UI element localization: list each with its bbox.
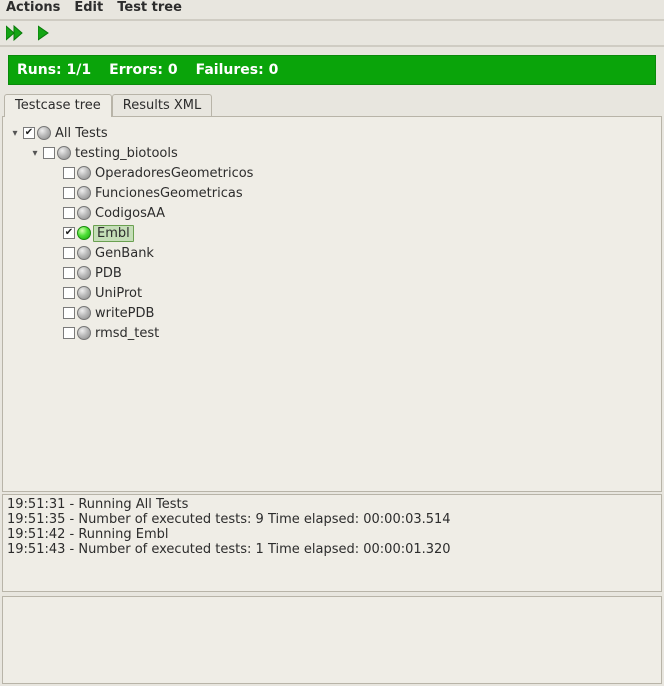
status-ball-icon xyxy=(77,306,91,320)
tab-bar: Testcase tree Results XML xyxy=(0,94,664,117)
status-ball-icon xyxy=(77,186,91,200)
checkbox[interactable] xyxy=(63,227,75,239)
menu-actions[interactable]: Actions xyxy=(6,0,60,15)
expand-icon[interactable]: ▾ xyxy=(9,127,21,139)
status-bar-wrap: Runs: 1/1 Errors: 0 Failures: 0 xyxy=(0,47,664,93)
tree-item-6[interactable]: UniProt xyxy=(7,283,657,303)
checkbox[interactable] xyxy=(63,187,75,199)
log-panel[interactable]: 19:51:31 - Running All Tests19:51:35 - N… xyxy=(2,494,662,592)
tree-item-label[interactable]: GenBank xyxy=(93,246,156,261)
run-icon[interactable] xyxy=(38,25,50,41)
tree-item-label[interactable]: UniProt xyxy=(93,286,144,301)
status-ball-icon xyxy=(77,326,91,340)
status-ball-icon xyxy=(77,246,91,260)
menubar: Actions Edit Test tree xyxy=(0,0,664,19)
tree-item-label[interactable]: All Tests xyxy=(53,126,110,141)
tab-results-xml[interactable]: Results XML xyxy=(112,94,212,117)
testcase-tree[interactable]: ▾ All Tests ▾ testing_biotools OperadoresGeo… xyxy=(7,123,657,343)
status-ball-icon xyxy=(57,146,71,160)
tree-item-1[interactable]: FuncionesGeometricas xyxy=(7,183,657,203)
checkbox[interactable] xyxy=(63,307,75,319)
status-errors: Errors: 0 xyxy=(109,62,177,78)
checkbox[interactable] xyxy=(43,147,55,159)
tree-item-label[interactable]: FuncionesGeometricas xyxy=(93,186,245,201)
status-ball-icon xyxy=(77,266,91,280)
expand-icon[interactable]: ▾ xyxy=(29,147,41,159)
tree-item-2[interactable]: CodigosAA xyxy=(7,203,657,223)
log-line: 19:51:42 - Running Embl xyxy=(7,527,657,542)
output-panel[interactable] xyxy=(2,596,662,684)
tree-item-3[interactable]: Embl xyxy=(7,223,657,243)
tree-item-label[interactable]: CodigosAA xyxy=(93,206,167,221)
tree-item-5[interactable]: PDB xyxy=(7,263,657,283)
status-runs: Runs: 1/1 xyxy=(17,62,91,78)
checkbox[interactable] xyxy=(63,287,75,299)
tree-panel: ▾ All Tests ▾ testing_biotools OperadoresGeo… xyxy=(2,116,662,492)
tree-item-label[interactable]: writePDB xyxy=(93,306,156,321)
status-bar: Runs: 1/1 Errors: 0 Failures: 0 xyxy=(8,55,656,85)
checkbox[interactable] xyxy=(63,167,75,179)
tree-item-label[interactable]: rmsd_test xyxy=(93,326,161,341)
log-line: 19:51:43 - Number of executed tests: 1 T… xyxy=(7,542,657,557)
checkbox[interactable] xyxy=(63,327,75,339)
tree-item-label[interactable]: testing_biotools xyxy=(73,146,180,161)
status-ball-icon xyxy=(77,166,91,180)
tree-item-label[interactable]: OperadoresGeometricos xyxy=(93,166,255,181)
log-line: 19:51:31 - Running All Tests xyxy=(7,497,657,512)
menu-testtree[interactable]: Test tree xyxy=(117,0,182,15)
checkbox[interactable] xyxy=(23,127,35,139)
status-ball-icon xyxy=(77,206,91,220)
status-ball-icon xyxy=(77,226,91,240)
tree-item-7[interactable]: writePDB xyxy=(7,303,657,323)
status-failures: Failures: 0 xyxy=(196,62,279,78)
tree-item-0[interactable]: OperadoresGeometricos xyxy=(7,163,657,183)
status-ball-icon xyxy=(77,286,91,300)
tree-item-label[interactable]: Embl xyxy=(93,225,134,242)
tree-item-8[interactable]: rmsd_test xyxy=(7,323,657,343)
checkbox[interactable] xyxy=(63,267,75,279)
tree-item-label[interactable]: PDB xyxy=(93,266,124,281)
toolbar xyxy=(0,19,664,47)
run-all-icon[interactable] xyxy=(6,25,26,41)
tree-suite[interactable]: ▾ testing_biotools xyxy=(7,143,657,163)
tree-root[interactable]: ▾ All Tests xyxy=(7,123,657,143)
tab-testcase-tree[interactable]: Testcase tree xyxy=(4,94,112,117)
checkbox[interactable] xyxy=(63,207,75,219)
tree-item-4[interactable]: GenBank xyxy=(7,243,657,263)
menu-edit[interactable]: Edit xyxy=(74,0,103,15)
checkbox[interactable] xyxy=(63,247,75,259)
log-line: 19:51:35 - Number of executed tests: 9 T… xyxy=(7,512,657,527)
status-ball-icon xyxy=(37,126,51,140)
